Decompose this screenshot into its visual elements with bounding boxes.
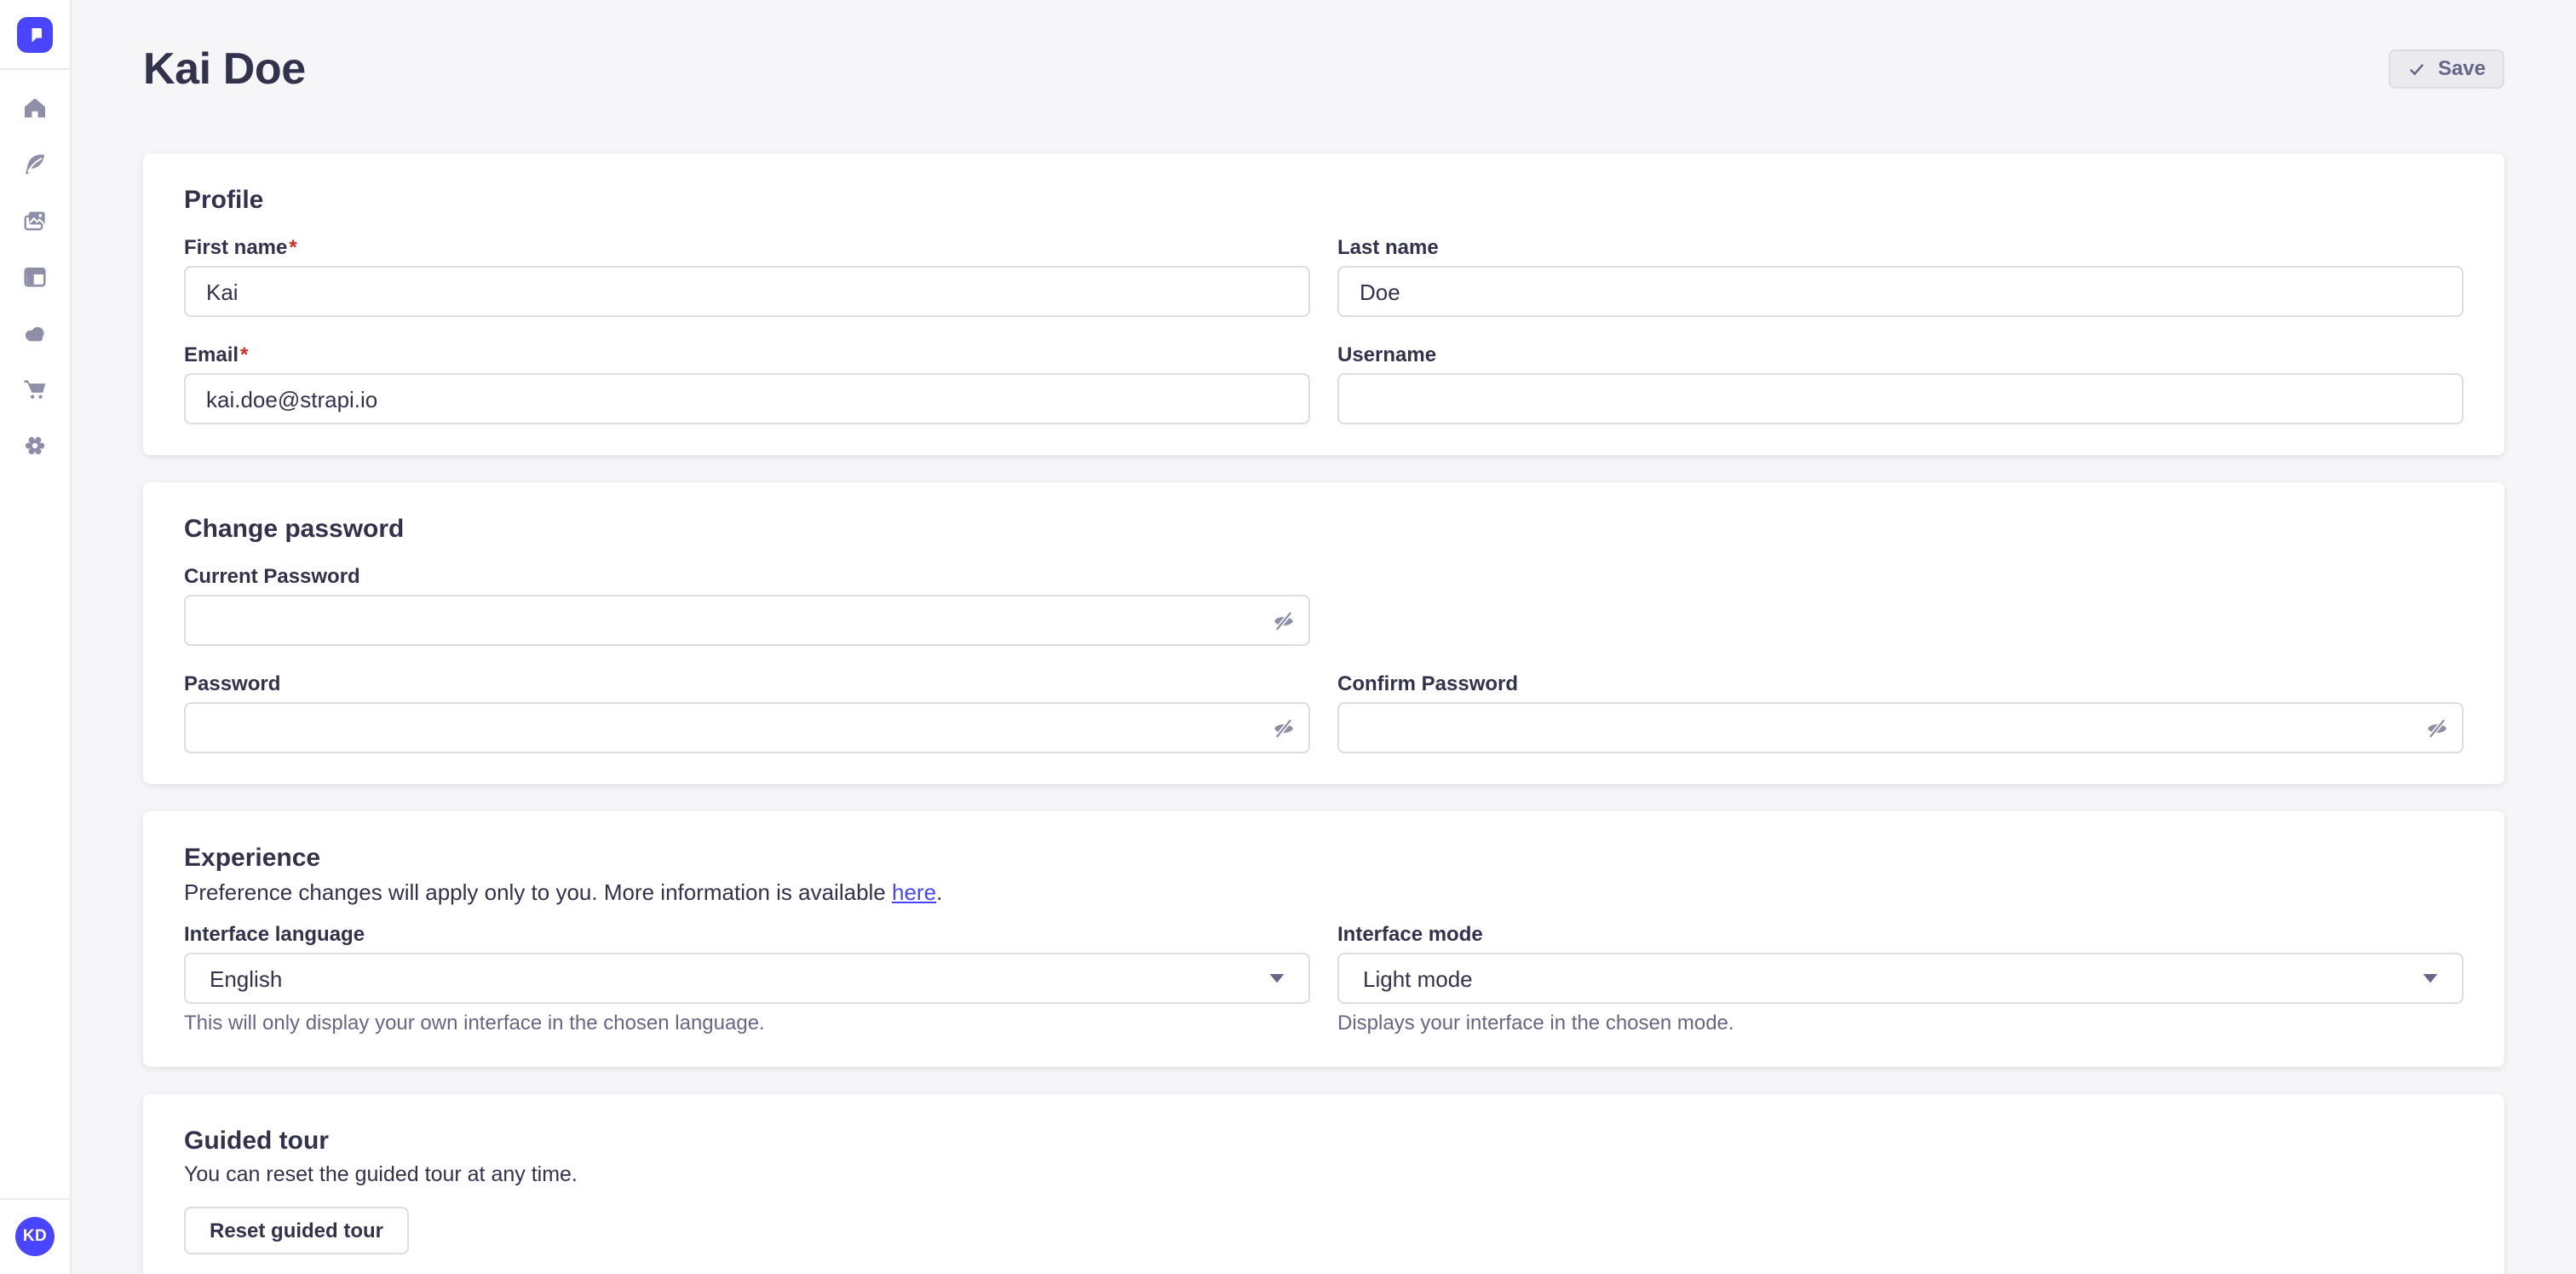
change-password-card: Change password Current Password bbox=[143, 482, 2504, 784]
profile-card: Profile First name* Last name Email* bbox=[143, 153, 2504, 455]
first-name-label: First name* bbox=[184, 237, 1310, 259]
main-content: Kai Doe Save Profile First name* bbox=[72, 0, 2576, 1274]
sidebar-nav bbox=[0, 70, 70, 465]
sidebar-item-content-manager[interactable] bbox=[14, 143, 55, 184]
username-field-group: Username bbox=[1337, 344, 2464, 424]
strapi-logo-icon bbox=[17, 16, 53, 52]
sidebar-item-media-library[interactable] bbox=[14, 199, 55, 240]
interface-mode-field-group: Interface mode Light mode Displays your … bbox=[1337, 924, 2464, 1036]
required-mark: * bbox=[289, 235, 296, 259]
new-password-label: Password bbox=[184, 673, 1310, 695]
guided-tour-description: You can reset the guided tour at any tim… bbox=[184, 1161, 2464, 1190]
sidebar-item-home[interactable] bbox=[14, 87, 55, 128]
cart-icon bbox=[22, 376, 48, 401]
email-input[interactable] bbox=[184, 373, 1310, 424]
last-name-input[interactable] bbox=[1337, 266, 2464, 317]
layout-icon bbox=[22, 263, 48, 289]
chevron-down-icon bbox=[2423, 973, 2438, 983]
last-name-label: Last name bbox=[1337, 237, 2464, 259]
eye-off-icon bbox=[2425, 717, 2447, 739]
page-title: Kai Doe bbox=[143, 39, 306, 97]
email-field-group: Email* bbox=[184, 344, 1310, 424]
eye-off-icon bbox=[1272, 717, 1294, 739]
eye-off-icon bbox=[1272, 609, 1294, 631]
sidebar-item-content-type-builder[interactable] bbox=[14, 256, 55, 297]
toggle-current-password-visibility-button[interactable] bbox=[1262, 600, 1303, 641]
guided-tour-card: Guided tour You can reset the guided tou… bbox=[143, 1094, 2504, 1274]
last-name-field-group: Last name bbox=[1337, 237, 2464, 317]
interface-mode-hint: Displays your interface in the chosen mo… bbox=[1337, 1011, 2464, 1036]
confirm-password-input[interactable] bbox=[1337, 702, 2464, 753]
interface-language-select[interactable]: English bbox=[184, 953, 1310, 1004]
interface-language-value: English bbox=[210, 966, 282, 991]
interface-mode-label: Interface mode bbox=[1337, 924, 2464, 946]
first-name-field-group: First name* bbox=[184, 237, 1310, 317]
cloud-icon bbox=[22, 320, 48, 345]
more-information-link[interactable]: here bbox=[892, 879, 936, 905]
experience-subtitle: Preference changes will apply only to yo… bbox=[184, 878, 2464, 907]
first-name-input[interactable] bbox=[184, 266, 1310, 317]
sidebar-footer: KD bbox=[0, 1197, 70, 1274]
current-password-input[interactable] bbox=[184, 595, 1310, 646]
confirm-password-field-group: Confirm Password bbox=[1337, 673, 2464, 753]
sidebar-item-settings[interactable] bbox=[14, 424, 55, 465]
experience-card: Experience Preference changes will apply… bbox=[143, 811, 2504, 1067]
sidebar-item-deploy[interactable] bbox=[14, 312, 55, 353]
check-icon bbox=[2407, 59, 2426, 78]
current-password-label: Current Password bbox=[184, 566, 1310, 588]
save-button-label: Save bbox=[2438, 56, 2486, 80]
app-viewport: KD Kai Doe Save Profile First name* bbox=[0, 0, 2576, 1274]
new-password-field-group: Password bbox=[184, 673, 1310, 753]
gear-icon bbox=[22, 432, 48, 458]
username-label: Username bbox=[1337, 344, 2464, 366]
interface-mode-value: Light mode bbox=[1363, 966, 1473, 991]
profile-heading: Profile bbox=[184, 184, 2464, 216]
user-avatar[interactable]: KD bbox=[15, 1216, 55, 1255]
guided-tour-heading: Guided tour bbox=[184, 1125, 2464, 1157]
experience-heading: Experience bbox=[184, 842, 2464, 874]
media-library-icon bbox=[22, 207, 48, 233]
chevron-down-icon bbox=[1269, 973, 1285, 983]
toggle-confirm-password-visibility-button[interactable] bbox=[2416, 707, 2457, 748]
current-password-field-group: Current Password bbox=[184, 566, 1310, 646]
sidebar: KD bbox=[0, 0, 72, 1274]
home-icon bbox=[22, 95, 48, 120]
interface-language-field-group: Interface language English This will onl… bbox=[184, 924, 1310, 1036]
interface-mode-select[interactable]: Light mode bbox=[1337, 953, 2464, 1004]
sidebar-logo-link[interactable] bbox=[0, 0, 70, 70]
sidebar-item-marketplace[interactable] bbox=[14, 368, 55, 409]
new-password-input[interactable] bbox=[184, 702, 1310, 753]
reset-guided-tour-button[interactable]: Reset guided tour bbox=[184, 1207, 409, 1254]
toggle-new-password-visibility-button[interactable] bbox=[1262, 707, 1303, 748]
feather-icon bbox=[22, 151, 48, 176]
change-password-heading: Change password bbox=[184, 513, 2464, 545]
required-mark: * bbox=[240, 343, 248, 366]
save-button[interactable]: Save bbox=[2389, 49, 2504, 88]
interface-language-hint: This will only display your own interfac… bbox=[184, 1011, 1310, 1036]
confirm-password-label: Confirm Password bbox=[1337, 673, 2464, 695]
username-input[interactable] bbox=[1337, 373, 2464, 424]
interface-language-label: Interface language bbox=[184, 924, 1310, 946]
email-label: Email* bbox=[184, 344, 1310, 366]
page-header: Kai Doe Save bbox=[143, 0, 2504, 97]
